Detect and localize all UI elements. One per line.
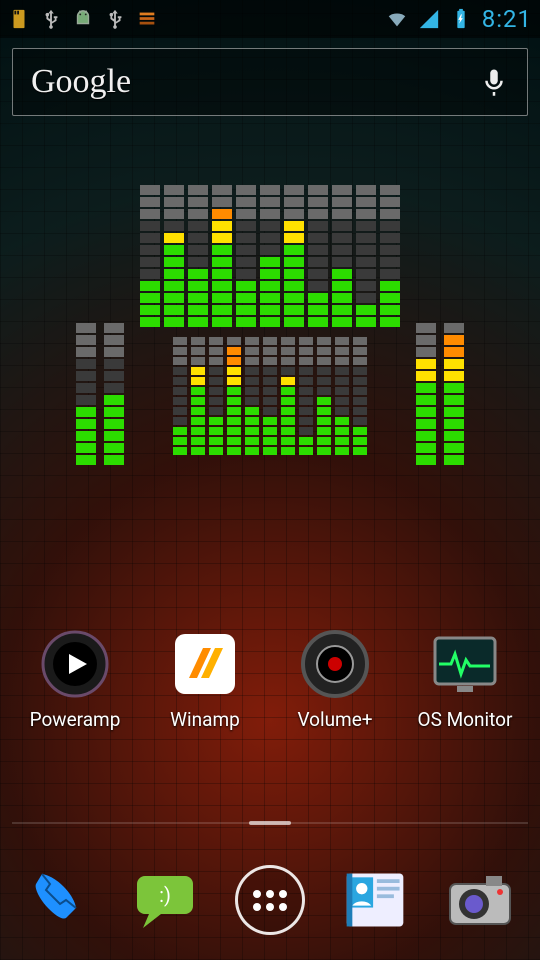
log-icon xyxy=(136,8,158,30)
osmonitor-icon xyxy=(429,628,501,700)
app-label: Volume+ xyxy=(297,708,372,731)
dock: :) xyxy=(0,840,540,960)
dock-messaging[interactable]: :) xyxy=(125,860,205,940)
dock-camera[interactable] xyxy=(440,860,520,940)
equalizer-widget[interactable] xyxy=(0,185,540,465)
voice-search-button[interactable] xyxy=(479,67,509,97)
status-bar: 8:21 xyxy=(0,0,540,38)
signal-icon xyxy=(418,8,440,30)
app-label: Poweramp xyxy=(30,708,121,731)
battery-icon xyxy=(450,8,472,30)
winamp-icon xyxy=(169,628,241,700)
app-osmonitor[interactable]: OS Monitor xyxy=(405,628,525,731)
app-shortcut-row: Poweramp Winamp Volume+ OS Monitor xyxy=(0,628,540,731)
svg-text::): :) xyxy=(159,883,171,907)
app-drawer-icon xyxy=(235,865,305,935)
poweramp-icon xyxy=(39,628,111,700)
usb-icon xyxy=(40,8,62,30)
dock-phone[interactable] xyxy=(20,860,100,940)
app-poweramp[interactable]: Poweramp xyxy=(15,628,135,731)
status-clock: 8:21 xyxy=(482,5,532,33)
page-indicator xyxy=(12,822,528,824)
app-volumeplus[interactable]: Volume+ xyxy=(275,628,395,731)
volumeplus-icon xyxy=(299,628,371,700)
adb-icon xyxy=(72,8,94,30)
google-logo: Google xyxy=(31,63,131,101)
app-label: OS Monitor xyxy=(418,708,513,731)
app-label: Winamp xyxy=(170,708,240,731)
sd-icon xyxy=(8,8,30,30)
usb-icon xyxy=(104,8,126,30)
wifi-icon xyxy=(386,8,408,30)
search-widget[interactable]: Google xyxy=(12,48,528,116)
dock-contacts[interactable] xyxy=(335,860,415,940)
app-winamp[interactable]: Winamp xyxy=(145,628,265,731)
dock-apps-button[interactable] xyxy=(230,860,310,940)
